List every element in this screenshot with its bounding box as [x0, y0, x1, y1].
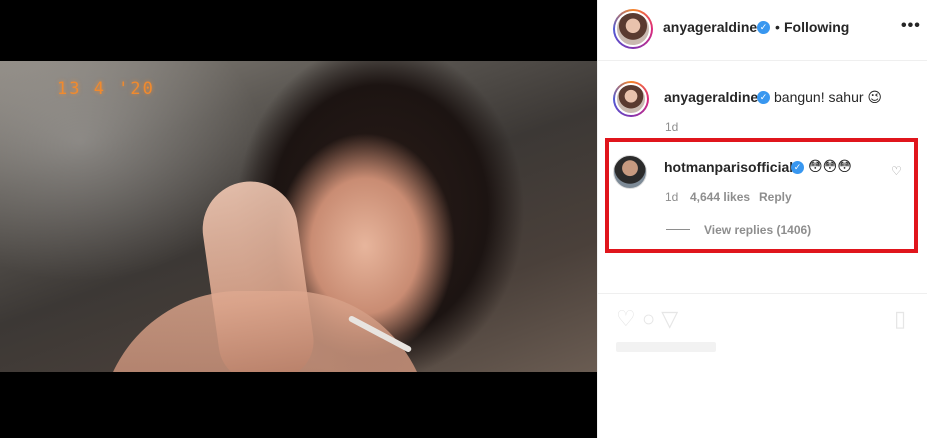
comment-time[interactable]: 1d [665, 190, 678, 204]
caption-verified-badge-icon: ✓ [757, 91, 770, 104]
post-media[interactable]: 13 4 '20 [0, 0, 597, 438]
comment-text: 😳😳😳 [808, 158, 852, 174]
faded-action-icons: ♡ ○ ▽ [616, 306, 679, 331]
post-photo[interactable] [0, 61, 597, 372]
following-button[interactable]: Following [784, 19, 849, 35]
like-heart-icon[interactable]: ♡ [891, 164, 902, 178]
header-username[interactable]: anyageraldine [663, 19, 757, 35]
side-panel: anyageraldine ✓ • Following ••• anyagera… [597, 0, 927, 438]
caption-username[interactable]: anyageraldine [664, 89, 758, 105]
view-replies-button[interactable]: View replies (1406) [704, 223, 811, 237]
more-options-icon[interactable]: ••• [901, 17, 921, 35]
caption-text: bangun! sahur 😉 [774, 89, 883, 105]
faded-likes-bar [616, 342, 716, 352]
comment-verified-badge-icon: ✓ [791, 161, 804, 174]
caption-time[interactable]: 1d [665, 120, 678, 134]
post-header: anyageraldine ✓ • Following ••• [598, 0, 927, 61]
actions-divider [598, 293, 927, 294]
photo-date-stamp: 13 4 '20 [57, 79, 155, 99]
replies-divider [666, 229, 690, 230]
header-avatar[interactable] [613, 9, 653, 49]
comment-username[interactable]: hotmanparisofficial [664, 159, 793, 175]
caption-avatar[interactable] [613, 81, 649, 117]
comment-likes[interactable]: 4,644 likes [690, 190, 750, 204]
verified-badge-icon: ✓ [757, 21, 770, 34]
reply-button[interactable]: Reply [759, 190, 792, 204]
header-separator: • [775, 19, 780, 35]
faded-save-icon: ▯ [894, 306, 907, 331]
comment-avatar[interactable] [613, 155, 647, 189]
